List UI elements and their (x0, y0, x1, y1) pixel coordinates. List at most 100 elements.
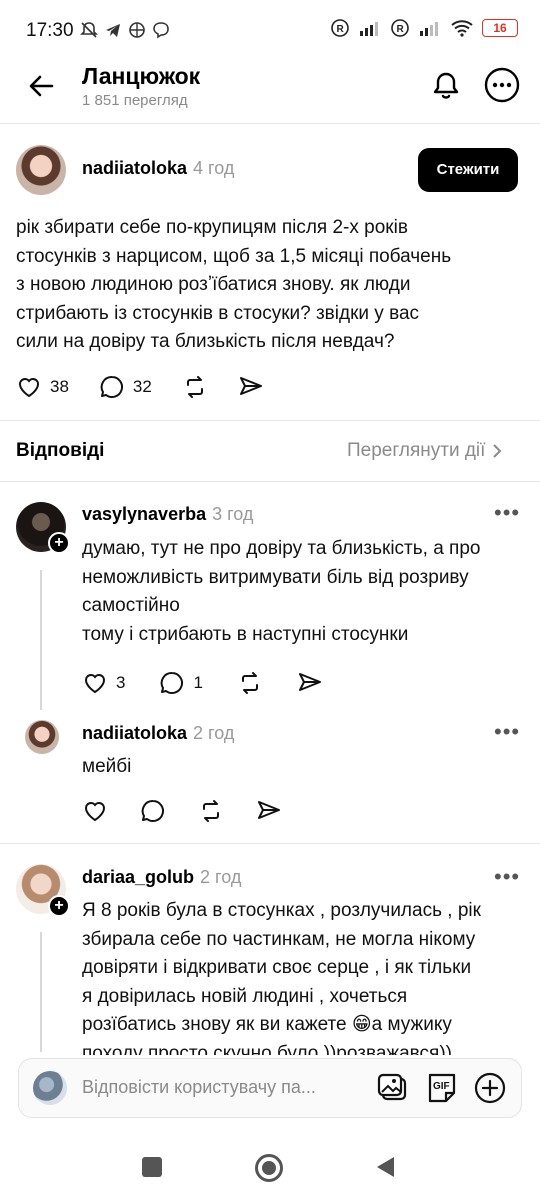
reply-header: nadiiatoloka 2 год (82, 723, 234, 744)
reply-text-line: походу просто скучно було ))розважався)) (82, 1042, 452, 1056)
reply-text-line: розїбатись знову як ви кажете 😁а мужику (82, 1014, 452, 1035)
reply-text: думаю, тут не про довіру та близькість, … (82, 535, 532, 649)
post-text-line: рік збирати себе по-крупицям після 2-х р… (16, 217, 408, 238)
more-circle-icon (484, 67, 520, 103)
back-button[interactable] (24, 68, 60, 104)
like-count: 3 (116, 673, 126, 692)
signal-icon-2 (420, 22, 438, 36)
reply-text-line: я довірилась новій людині , хочеться (82, 985, 408, 1007)
view-count: 1 851 перегляд (82, 92, 188, 109)
comment-icon (100, 375, 123, 398)
comment-button[interactable]: 32 (99, 374, 152, 400)
page-title: Ланцюжок (82, 63, 201, 89)
heart-icon (84, 674, 106, 694)
post-text-line: стрибають із стосунків в стосуки? звідки… (16, 302, 420, 324)
view-activity-label: Переглянути дії (347, 440, 486, 461)
arrow-left-icon (29, 75, 54, 97)
svg-text:R: R (337, 24, 345, 35)
mute-bell-icon (80, 22, 98, 38)
like-button[interactable]: 3 (82, 670, 125, 696)
telegram-icon (106, 24, 120, 37)
reply-username[interactable]: nadiiatoloka (82, 723, 187, 743)
reply-text: Я 8 років була в стосунках , розлучилась… (82, 897, 532, 1055)
wifi-icon (451, 20, 473, 37)
divider (0, 481, 540, 482)
post-author-avatar[interactable] (16, 145, 66, 195)
triangle-back-icon (377, 1157, 394, 1177)
reply-text-line: збирала себе по частинкам, не могла ніко… (82, 928, 476, 950)
reply-input[interactable]: Відповісти користувачу па... (82, 1077, 352, 1098)
share-button[interactable] (297, 670, 323, 696)
reply-text-line: Я 8 років була в стосунках , розлучилась… (82, 900, 481, 921)
reply-header: vasylynaverba 3 год (82, 504, 253, 525)
home-button[interactable] (255, 1154, 283, 1182)
system-navigation-bar (0, 1130, 540, 1200)
thread-line (40, 570, 42, 710)
notifications-button[interactable] (428, 68, 464, 104)
pinwheel-icon (129, 22, 145, 38)
replies-label: Відповіді (16, 440, 105, 461)
post-actions: 38 32 (16, 374, 264, 400)
back-nav-button[interactable] (374, 1155, 396, 1179)
reply-actions: 3 1 (82, 670, 323, 696)
reply-text-line: мейбі (82, 756, 132, 777)
status-bar: 17:30 R R 16 (0, 0, 540, 60)
attach-image-button[interactable] (374, 1070, 410, 1106)
recent-apps-button[interactable] (142, 1157, 162, 1177)
like-button[interactable]: 38 (16, 374, 69, 400)
like-button[interactable] (82, 798, 108, 824)
repost-icon (186, 376, 203, 398)
reply-text-line: самостійно (82, 595, 180, 616)
post-username[interactable]: nadiiatoloka (82, 158, 187, 178)
reply-time: 3 год (212, 504, 254, 524)
reply-text: мейбі (82, 753, 532, 782)
follow-button[interactable]: Стежити (418, 148, 518, 192)
like-count: 38 (50, 377, 69, 396)
reply-avatar[interactable] (25, 720, 59, 754)
follow-plus-icon[interactable]: + (48, 532, 70, 554)
svg-text:R: R (397, 24, 405, 35)
view-activity-link[interactable]: Переглянути дії (347, 440, 503, 462)
repost-button[interactable] (198, 798, 224, 824)
bell-icon (433, 72, 459, 99)
send-icon (298, 673, 321, 691)
comment-button[interactable] (140, 798, 166, 824)
reply-username[interactable]: vasylynaverba (82, 504, 206, 524)
add-button[interactable] (472, 1070, 508, 1106)
comment-icon (141, 799, 164, 822)
reply-time: 2 год (193, 723, 235, 743)
reply-more-button[interactable]: ••• (494, 864, 520, 890)
repost-button[interactable] (182, 374, 208, 400)
reply-text-line: неможливість витримувати біль від розрив… (82, 566, 469, 588)
reply-more-button[interactable]: ••• (494, 500, 520, 526)
reply-text-line: думаю, тут не про довіру та близькість, … (82, 538, 481, 559)
viber-icon (153, 22, 169, 39)
follow-plus-icon[interactable]: + (48, 895, 70, 917)
chevron-right-icon (493, 444, 502, 458)
post-text-line: з новою людиною розʼїбатися знову. як лю… (16, 274, 411, 295)
share-button[interactable] (256, 798, 282, 824)
repost-icon (241, 672, 258, 694)
reply-more-button[interactable]: ••• (494, 719, 520, 745)
reply-username[interactable]: dariaa_golub (82, 867, 194, 887)
registered-icon: R (331, 19, 349, 37)
attach-gif-button[interactable]: GIF (424, 1070, 460, 1106)
battery-level: 16 (493, 21, 507, 35)
status-time: 17:30 (26, 20, 74, 41)
comment-button[interactable]: 1 (159, 670, 203, 696)
post-text-line: стосунків з нарцисом, щоб за 1,5 місяці … (16, 245, 452, 267)
heart-icon (84, 802, 106, 822)
send-icon (258, 801, 280, 819)
divider (0, 420, 540, 421)
divider (0, 843, 540, 844)
svg-text:GIF: GIF (433, 1081, 450, 1092)
more-options-button[interactable] (483, 66, 521, 104)
repost-button[interactable] (237, 670, 263, 696)
reply-header: dariaa_golub 2 год (82, 867, 241, 888)
battery-indicator: 16 (482, 19, 518, 37)
post-text-line: сили на довіру та близькість після невда… (16, 331, 395, 352)
post-text: рік збирати себе по-крупицям після 2-х р… (16, 214, 526, 357)
thread-line (40, 932, 42, 1052)
share-button[interactable] (238, 374, 264, 400)
signal-icon (360, 22, 378, 36)
